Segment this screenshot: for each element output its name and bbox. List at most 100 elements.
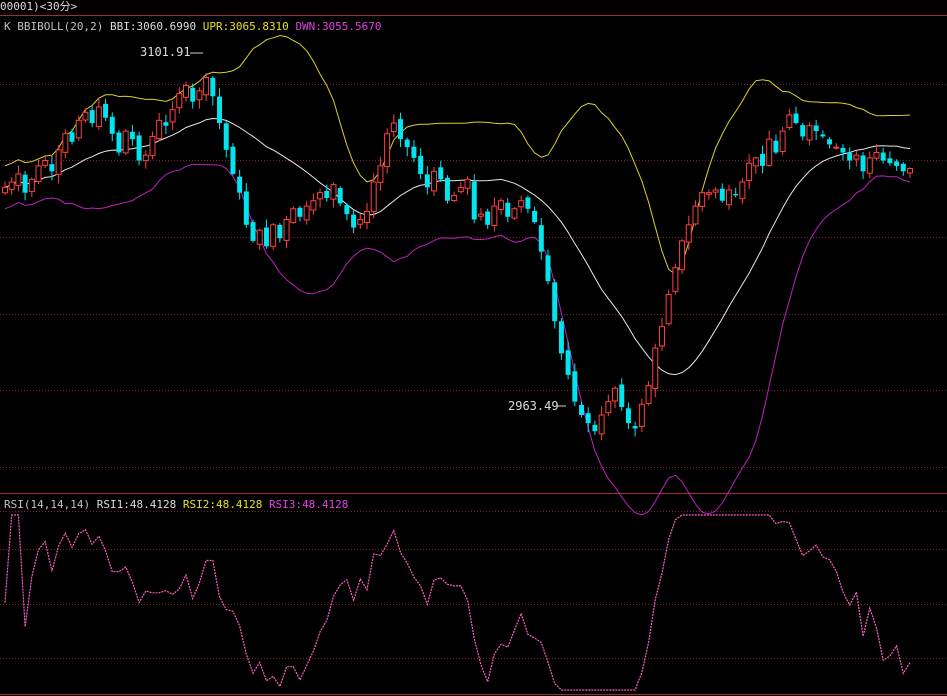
candle-body-17: [116, 132, 122, 153]
candle-body-108: [726, 189, 732, 206]
candle-body-124: [833, 146, 840, 149]
rsi-line: [4, 514, 911, 691]
candle-body-43: [290, 208, 297, 223]
candle-body-70: [471, 181, 477, 220]
candle-body-24: [163, 122, 169, 126]
candle-body-62: [418, 155, 424, 174]
candle-body-3: [22, 174, 28, 193]
price-chart[interactable]: [0, 0, 947, 696]
rsi1-line: [4, 514, 911, 691]
candle-body-93: [625, 408, 631, 424]
bollinger-bands: [4, 34, 911, 516]
candle-body-56: [377, 165, 384, 183]
upr-value: 3065.8310: [229, 20, 289, 33]
candle-body-110: [739, 181, 746, 200]
candle-body-96: [645, 385, 652, 404]
candle-body-68: [457, 186, 464, 193]
candle-body-21: [142, 154, 149, 162]
candle-body-95: [638, 403, 645, 427]
candle-body-74: [498, 200, 505, 210]
candle-body-119: [800, 125, 806, 137]
candle-body-120: [806, 125, 813, 141]
candle-body-123: [827, 139, 833, 145]
candle-body-30: [203, 77, 210, 96]
candle-body-0: [2, 186, 8, 194]
candle-body-114: [766, 138, 773, 166]
candle-body-58: [390, 122, 397, 132]
candle-body-65: [438, 167, 444, 180]
candle-body-15: [103, 103, 109, 118]
candle-body-12: [82, 111, 89, 121]
candle-body-121: [813, 125, 819, 132]
candle-body-6: [42, 160, 49, 166]
dwn-band-line: [4, 163, 911, 516]
candle-body-130: [873, 152, 880, 159]
candle-body-72: [485, 211, 491, 225]
rsi3-value: 48.4128: [302, 498, 349, 511]
upr-label: UPR:: [202, 20, 230, 33]
candle-body-128: [860, 155, 866, 172]
candle-body-23: [156, 119, 163, 140]
candle-body-37: [250, 222, 256, 241]
candle-body-26: [176, 93, 183, 109]
candle-body-34: [230, 146, 236, 174]
candle-body-77: [518, 200, 525, 208]
candle-body-91: [612, 387, 619, 402]
candle-body-80: [538, 225, 544, 252]
candle-body-53: [357, 218, 364, 225]
candle-body-48: [324, 190, 330, 199]
candle-body-111: [746, 162, 753, 182]
rsi1-label: RSI1:: [96, 498, 130, 511]
candle-body-84: [565, 350, 571, 375]
candlesticks: [2, 73, 913, 441]
dwn-value: 3055.5670: [321, 20, 382, 33]
period-label[interactable]: <30分>: [40, 0, 78, 13]
candle-body-19: [129, 131, 135, 140]
candle-body-28: [190, 87, 196, 102]
candle-body-87: [585, 413, 591, 424]
candle-body-103: [692, 205, 699, 225]
rsi-legend: RSI(14,14,14) RSI1:48.4128 RSI2:48.4128 …: [4, 498, 348, 511]
candle-body-40: [270, 224, 277, 247]
candle-body-25: [169, 109, 176, 123]
stock-code: 00001): [0, 0, 40, 13]
candle-body-49: [330, 184, 337, 200]
candle-body-69: [464, 178, 471, 189]
candle-body-8: [55, 149, 62, 175]
candle-body-54: [364, 210, 370, 224]
candle-body-92: [619, 384, 625, 407]
candle-body-79: [532, 210, 538, 223]
candle-body-88: [592, 424, 598, 432]
rsi-name[interactable]: RSI(14,14,14): [4, 498, 90, 511]
candle-body-5: [35, 165, 42, 182]
candle-body-105: [705, 192, 712, 195]
high-price-label: 3101.91: [140, 45, 191, 59]
bbiboll-name[interactable]: BBIBOLL(20,2): [17, 20, 103, 33]
candle-body-20: [136, 135, 142, 161]
candle-body-50: [337, 188, 343, 204]
candle-body-86: [579, 404, 585, 416]
candle-body-36: [243, 191, 249, 225]
candle-body-132: [887, 158, 893, 164]
candle-body-64: [431, 170, 438, 192]
candle-body-133: [894, 161, 900, 166]
candle-body-89: [598, 414, 605, 435]
candle-body-2: [15, 173, 22, 186]
candle-body-85: [572, 371, 578, 402]
candle-body-118: [793, 113, 799, 124]
candle-body-98: [658, 326, 665, 347]
candle-body-44: [297, 207, 303, 217]
low-price-label: 2963.49: [508, 399, 559, 413]
candle-body-99: [665, 293, 672, 325]
candle-body-1: [8, 181, 15, 190]
candle-body-32: [217, 96, 223, 124]
chart-grid: [0, 15, 947, 695]
candle-body-31: [210, 77, 216, 97]
candle-body-29: [196, 90, 203, 101]
candle-body-135: [907, 168, 913, 174]
candle-body-16: [109, 116, 115, 134]
candle-body-61: [411, 146, 417, 158]
bbi-label: BBI:: [109, 20, 137, 33]
candle-body-41: [277, 224, 283, 239]
candle-body-71: [477, 213, 484, 217]
